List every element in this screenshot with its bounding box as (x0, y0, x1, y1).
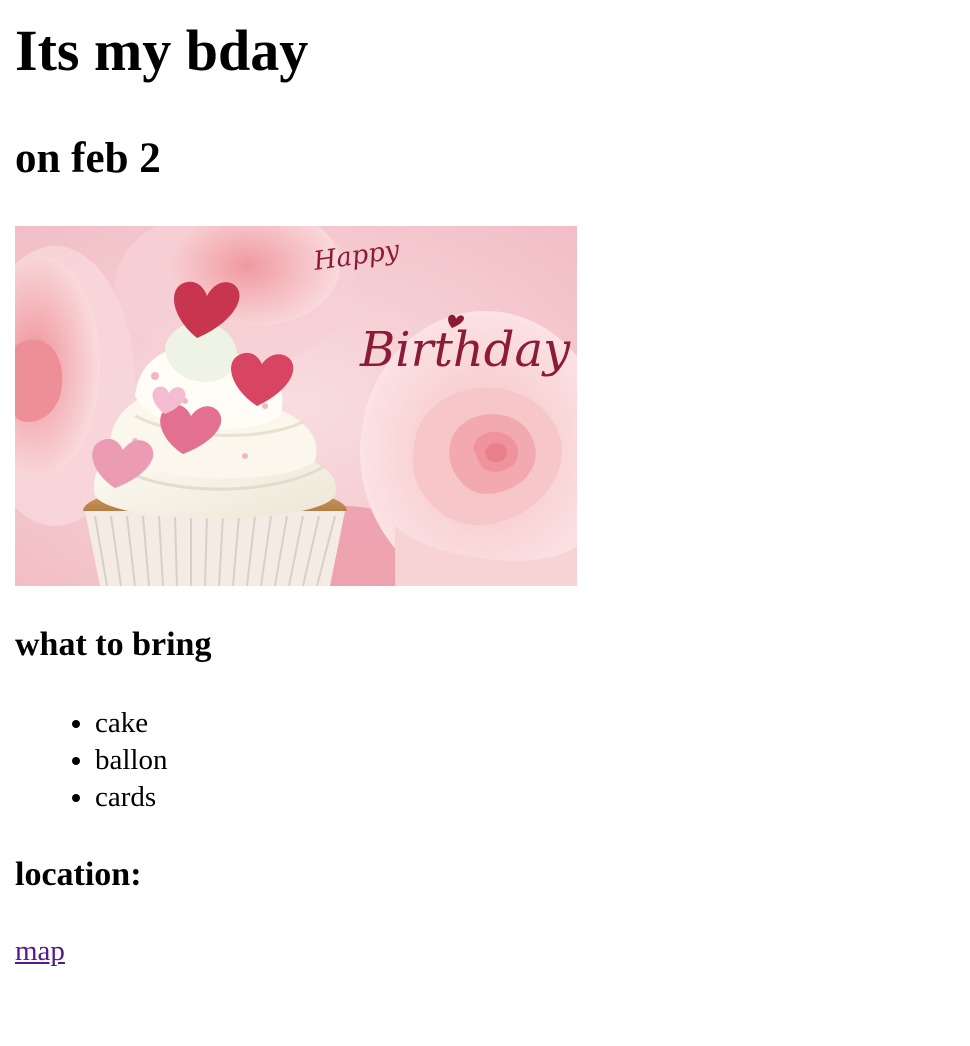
photo-overlay-birthday: Birthday (359, 322, 571, 378)
page-title: Its my bday (15, 18, 309, 83)
event-date: on feb 2 (15, 135, 161, 182)
birthday-cupcake-image: Happy Birthday (15, 226, 577, 586)
bring-list: cake ballon cards (15, 705, 168, 816)
bring-heading: what to bring (15, 626, 212, 663)
list-item: cards (95, 779, 168, 816)
list-item: ballon (95, 742, 168, 779)
list-item: cake (95, 705, 168, 742)
location-heading: location: (15, 856, 142, 893)
map-link[interactable]: map (15, 933, 65, 970)
